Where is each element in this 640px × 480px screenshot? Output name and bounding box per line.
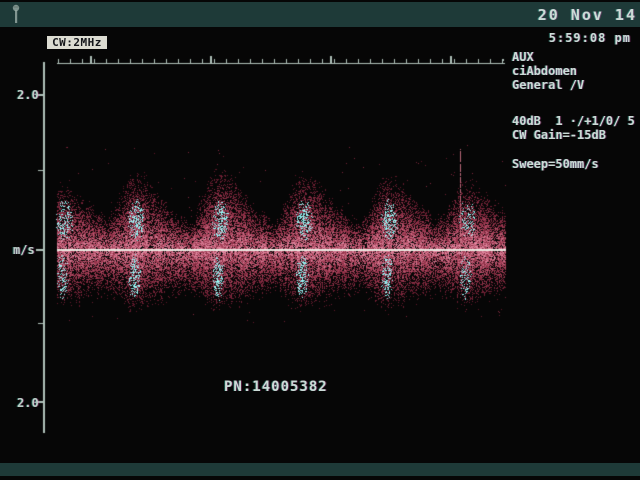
probe-port-label: AUX: [512, 50, 534, 64]
preset-label: ciAbdomen: [512, 64, 577, 78]
header-bar: 20 Nov 14: [0, 2, 640, 27]
sweep-speed-label: Sweep=50mm/s: [512, 157, 599, 171]
exam-type-label: General /V: [512, 78, 584, 92]
velocity-scale-top-label: 2.0: [17, 88, 39, 102]
ultrasound-screen: 20 Nov 14 5:59:08 pm CW:2MHz AUX ciAbdom…: [0, 0, 640, 480]
time-display: 5:59:08 pm: [549, 31, 631, 45]
footer-bar: [0, 463, 640, 476]
date-display: 20 Nov 14: [538, 6, 637, 24]
probe-mode-label: CW:2MHz: [47, 36, 107, 49]
patient-number-label: PN:14005382: [224, 379, 328, 395]
cw-gain-label: CW Gain=-15dB: [512, 128, 606, 142]
velocity-scale-bottom-label: 2.0: [17, 396, 39, 410]
status-icon: [9, 3, 23, 27]
acoustic-settings-label: 40dB 1 ·/+1/0/ 5: [512, 114, 635, 128]
velocity-scale-units-label: m/s: [13, 243, 35, 257]
